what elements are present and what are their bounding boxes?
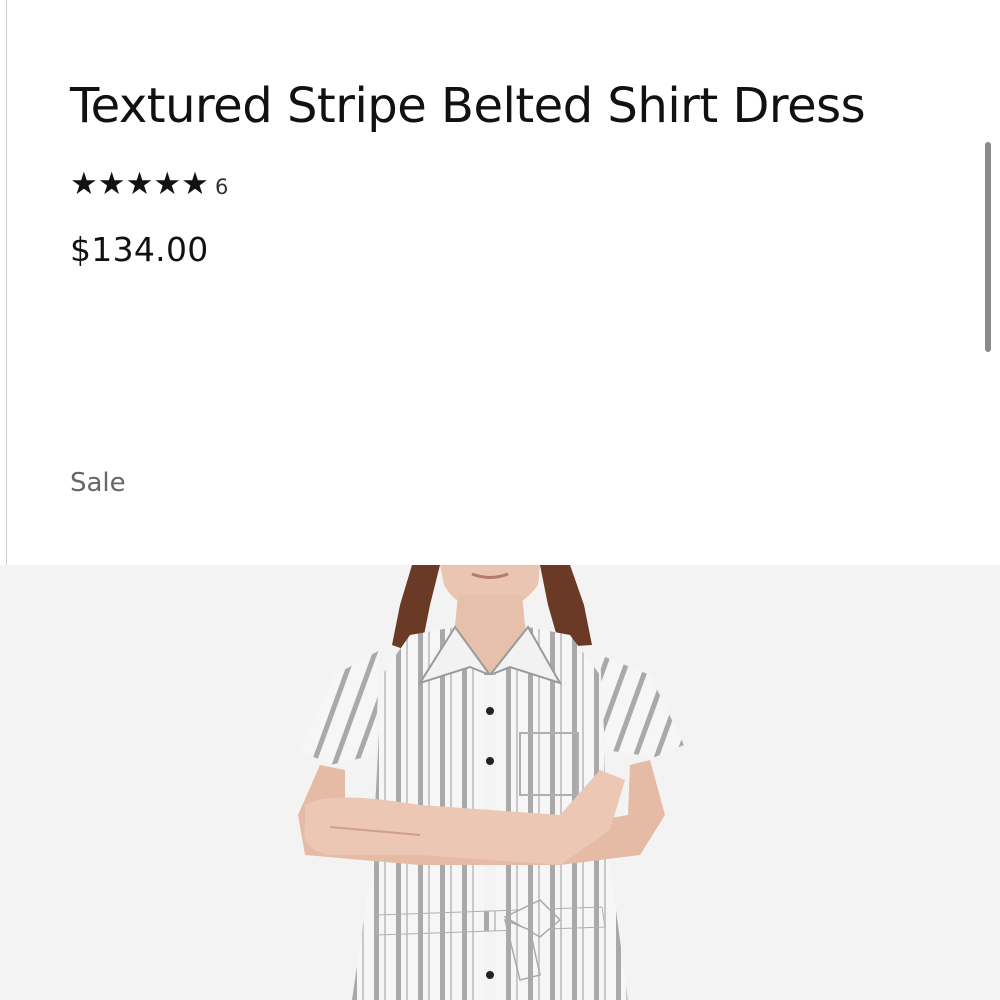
product-photo[interactable]	[0, 565, 1000, 1000]
product-price: $134.00	[70, 230, 209, 269]
product-info: Textured Stripe Belted Shirt Dress ★★★★★…	[70, 58, 950, 269]
review-count[interactable]: 6	[215, 175, 228, 199]
vertical-scrollbar[interactable]	[985, 142, 991, 352]
right-sleeve	[600, 655, 684, 757]
left-divider	[6, 0, 7, 565]
rating-stars-icon: ★★★★★	[70, 166, 209, 202]
product-rating[interactable]: ★★★★★ 6	[70, 168, 950, 200]
product-detail-screen: Textured Stripe Belted Shirt Dress ★★★★★…	[0, 0, 1000, 1000]
left-sleeve	[300, 650, 380, 765]
product-photo-illustration	[298, 565, 684, 1000]
sale-badge: Sale	[70, 468, 126, 498]
product-title: Textured Stripe Belted Shirt Dress	[70, 78, 866, 134]
